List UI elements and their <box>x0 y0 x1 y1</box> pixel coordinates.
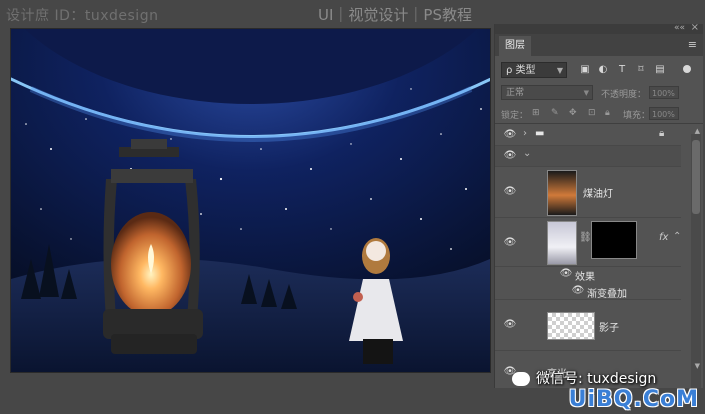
chevron-down-icon: ▼ <box>556 66 563 75</box>
eye-icon[interactable]: 👁︎ <box>503 130 517 140</box>
layer-thumbnail <box>547 312 595 340</box>
eye-icon[interactable]: 👁︎ <box>503 238 517 248</box>
fill-label: 填充： <box>623 111 651 121</box>
blend-mode-select[interactable]: 正常 ▼ <box>501 85 593 100</box>
collapse-panel-icon[interactable]: «« <box>674 23 685 33</box>
opacity-label: 不透明度： <box>601 90 647 100</box>
layer-thumbnail <box>547 170 577 216</box>
lock-fill-row: 锁定： ⊞ ✎ ✥ ⊡ 🔒︎ 填充： 100% <box>495 106 703 122</box>
layer-name: 影子 <box>599 323 619 334</box>
panel-divider <box>495 123 703 124</box>
lock-position-icon[interactable]: ✥ <box>569 108 577 118</box>
canvas-artwork <box>11 29 490 372</box>
lock-transparent-icon[interactable]: ⊞ <box>532 108 540 118</box>
lock-artboard-icon[interactable]: ⊡ <box>588 108 596 118</box>
top-watermark-bar: 设计庶 ID：tuxdesign UI｜视觉设计｜PS教程 <box>0 0 705 27</box>
layer-group-expanded[interactable]: 👁︎ ⌄ <box>495 146 681 167</box>
filter-toggle-icon[interactable] <box>683 65 691 73</box>
chevron-right-icon[interactable]: › <box>523 128 527 139</box>
type-filter-icon[interactable]: T <box>616 64 628 76</box>
wechat-icon <box>512 372 530 386</box>
shape-filter-icon[interactable]: ⌑ <box>635 64 647 76</box>
adjustment-filter-icon[interactable]: ◐ <box>597 64 609 76</box>
layer-shadow[interactable]: 👁︎ 影子 <box>495 300 681 351</box>
wechat-watermark: 微信号: tuxdesign <box>512 368 656 388</box>
scroll-down-icon[interactable]: ▼ <box>695 362 700 370</box>
blend-opacity-row: 正常 ▼ 不透明度： 100% <box>495 84 703 102</box>
effects-label: 效果 <box>575 272 595 283</box>
chain-link-icon[interactable]: ⛓︎ <box>579 232 592 243</box>
panel-menu-icon[interactable]: ≡ <box>688 38 697 51</box>
fill-field[interactable]: 100% <box>649 107 679 120</box>
filter-kind-select[interactable]: ρ 类型 ▼ <box>501 62 567 78</box>
eye-icon[interactable]: 👁︎ <box>559 269 573 279</box>
layer-scrollbar[interactable] <box>691 134 701 388</box>
eye-icon[interactable]: 👁︎ <box>503 320 517 330</box>
layer-mask-thumbnail[interactable] <box>591 221 637 259</box>
lock-all-icon[interactable]: 🔒︎ <box>605 108 610 118</box>
oil-lantern <box>103 139 203 354</box>
fx-icon[interactable]: fx <box>659 232 668 243</box>
eye-icon[interactable]: 👁︎ <box>571 286 585 296</box>
panel-title-strip: «« × <box>495 22 703 34</box>
lock-icon: 🔒︎ <box>659 128 665 139</box>
layer-group-collapsed[interactable]: 👁︎ › ▬ 🔒︎ <box>495 125 681 146</box>
layer-name: 煤油灯 <box>583 189 613 200</box>
opacity-field[interactable]: 100% <box>649 86 679 99</box>
smart-object-filter-icon[interactable]: ▤ <box>654 64 666 76</box>
chevron-down-icon[interactable]: ⌄ <box>523 148 531 159</box>
blend-mode-value: 正常 <box>506 88 525 98</box>
eye-icon[interactable]: 👁︎ <box>503 151 517 161</box>
lock-label: 锁定： <box>501 111 529 121</box>
close-panel-icon[interactable]: × <box>691 22 699 33</box>
tutorial-watermark: UI｜视觉设计｜PS教程 <box>318 6 472 24</box>
tab-layers[interactable]: 图层 <box>499 36 531 56</box>
document-canvas[interactable] <box>10 28 491 373</box>
wechat-id: 微信号: tuxdesign <box>536 371 657 387</box>
site-logo: UiBQ.CoM <box>568 387 699 412</box>
folder-icon: ▬ <box>535 128 545 139</box>
layer-lantern[interactable]: 👁︎ 煤油灯 <box>495 167 681 218</box>
chevron-up-icon[interactable]: ⌃ <box>673 231 681 242</box>
lock-pixels-icon[interactable]: ✎ <box>551 108 559 118</box>
scroll-up-icon[interactable]: ▲ <box>695 127 700 135</box>
layer-girl[interactable]: 👁︎ ⛓︎ fx ⌃ <box>495 218 681 267</box>
effect-gradient-overlay[interactable]: 👁︎ 渐变叠加 <box>495 283 681 300</box>
scroll-thumb[interactable] <box>692 140 700 214</box>
image-filter-icon[interactable]: ▣ <box>579 64 591 76</box>
effect-name: 渐变叠加 <box>587 289 627 300</box>
chevron-down-icon: ▼ <box>583 89 589 97</box>
eye-icon[interactable]: 👁︎ <box>503 187 517 197</box>
designer-watermark: 设计庶 ID：tuxdesign <box>6 8 159 24</box>
layers-panel: «« × 图层 ≡ ρ 类型 ▼ ▣ ◐ T ⌑ ▤ 正常 ▼ 不透明度： 10… <box>494 22 703 388</box>
filter-kind-label: ρ 类型 <box>506 65 536 76</box>
layer-filter-row: ρ 类型 ▼ ▣ ◐ T ⌑ ▤ <box>495 60 703 80</box>
layer-list: 👁︎ › ▬ 🔒︎ 👁︎ ⌄ 👁︎ 煤油灯 👁︎ ⛓︎ fx ⌃ 👁︎ 效果 👁… <box>495 125 681 388</box>
layer-thumbnail <box>547 221 577 265</box>
effects-header[interactable]: 👁︎ 效果 <box>495 267 681 284</box>
panel-tab-row: 图层 ≡ <box>495 34 703 56</box>
